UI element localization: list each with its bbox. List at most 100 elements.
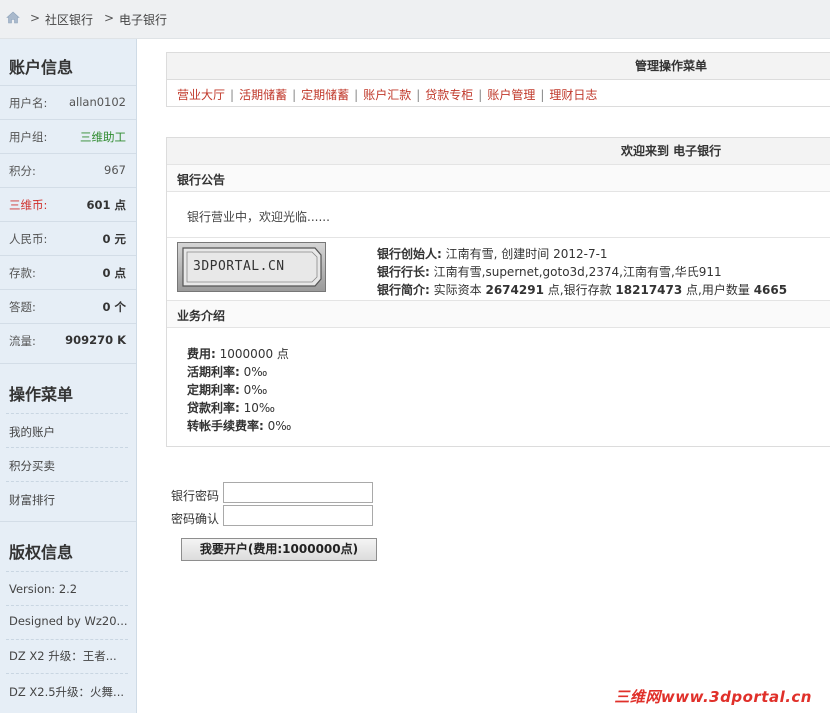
menu-link-finance-log[interactable]: 理财日志 bbox=[549, 88, 597, 102]
breadcrumb-community-bank[interactable]: 社区银行 bbox=[45, 11, 93, 28]
account-row-rmb: 人民币: 0 元 bbox=[0, 221, 136, 255]
confirm-password-label: 密码确认 bbox=[171, 512, 220, 526]
current-rate-label: 活期利率: bbox=[187, 365, 240, 379]
bank-logo: 3DPORTAL.CN bbox=[177, 242, 326, 292]
account-row-coins: 三维币: 601 点 bbox=[0, 187, 136, 221]
current-rate-value: 0‰ bbox=[243, 365, 268, 379]
intro-capital: 2674291 bbox=[485, 283, 544, 297]
row-label: 积分: bbox=[9, 164, 36, 178]
row-value: 0 元 bbox=[102, 232, 126, 246]
account-info-title: 账户信息 bbox=[9, 58, 74, 77]
copyright-dzx25: DZ X2.5升级：火舞... bbox=[9, 685, 125, 699]
business-current-rate: 活期利率: 0‰ bbox=[187, 363, 267, 380]
bank-logo-text: 3DPORTAL.CN bbox=[193, 259, 285, 274]
intro-mid: 点,银行存款 bbox=[547, 283, 612, 297]
president-label: 银行行长: bbox=[377, 265, 430, 279]
business-section-header: 业务介绍 bbox=[167, 300, 830, 328]
fixed-rate-label: 定期利率: bbox=[187, 383, 240, 397]
business-fixed-rate: 定期利率: 0‰ bbox=[187, 381, 267, 398]
bank-password-input[interactable] bbox=[223, 482, 373, 503]
divider bbox=[0, 363, 136, 364]
row-value: 909270 K bbox=[65, 333, 126, 347]
account-row-answers: 答题: 0 个 bbox=[0, 289, 136, 323]
divider bbox=[6, 447, 128, 448]
menu-link-current-savings[interactable]: 活期储蓄 bbox=[239, 88, 287, 102]
menu-link-account-management[interactable]: 账户管理 bbox=[487, 88, 535, 102]
divider bbox=[6, 605, 128, 606]
row-label: 流量: bbox=[9, 334, 36, 348]
welcome-panel: 欢迎来到 电子银行 银行公告 银行营业中，欢迎光临...... 3DPORTAL… bbox=[166, 137, 830, 447]
president-line: 银行行长: 江南有雪,supernet,goto3d,2374,江南有雪,华氏9… bbox=[377, 263, 722, 280]
president-value: 江南有雪,supernet,goto3d,2374,江南有雪,华氏911 bbox=[433, 265, 722, 279]
row-label: 答题: bbox=[9, 300, 36, 314]
row-label: 存款: bbox=[9, 266, 36, 280]
copyright-title: 版权信息 bbox=[9, 543, 74, 562]
divider bbox=[6, 481, 128, 482]
menu-link-fixed-savings[interactable]: 定期储蓄 bbox=[301, 88, 349, 102]
business-title: 业务介绍 bbox=[177, 309, 226, 323]
operation-menu-title: 操作菜单 bbox=[9, 385, 74, 404]
row-label: 用户名: bbox=[9, 96, 48, 110]
intro-label: 银行简介: bbox=[377, 283, 430, 297]
intro-users: 4665 bbox=[753, 283, 788, 297]
divider bbox=[6, 639, 128, 640]
notice-section-header: 银行公告 bbox=[167, 164, 830, 192]
menu-link-remittance[interactable]: 账户汇款 bbox=[363, 88, 411, 102]
panel-header: 管理操作菜单 bbox=[167, 53, 830, 80]
welcome-title: 欢迎来到 电子银行 bbox=[621, 144, 722, 158]
sidebar-item-my-account[interactable]: 我的账户 bbox=[9, 424, 55, 440]
fee-label: 费用: bbox=[187, 347, 216, 361]
founder-label: 银行创始人: bbox=[377, 247, 442, 261]
fixed-rate-value: 0‰ bbox=[243, 383, 268, 397]
loan-rate-label: 贷款利率: bbox=[187, 401, 240, 415]
transfer-fee-value: 0‰ bbox=[267, 419, 292, 433]
breadcrumb-e-bank[interactable]: 电子银行 bbox=[119, 11, 167, 28]
divider bbox=[0, 521, 136, 522]
sidebar: 账户信息 用户名: allan0102 用户组: 三维助工 积分: 967 三维… bbox=[0, 39, 137, 713]
founder-value: 江南有雪, 创建时间 2012-7-1 bbox=[445, 247, 608, 261]
intro-deposit: 18217473 bbox=[615, 283, 683, 297]
copyright-dzx2: DZ X2 升级：王者... bbox=[9, 649, 117, 663]
bank-password-label: 银行密码 bbox=[171, 489, 220, 503]
row-value: 0 点 bbox=[102, 266, 126, 280]
fee-value: 1000000 点 bbox=[219, 347, 289, 361]
divider bbox=[6, 673, 128, 674]
business-loan-rate: 贷款利率: 10‰ bbox=[187, 399, 275, 416]
intro-line: 银行简介: 实际资本 2674291 点,银行存款 18217473 点,用户数… bbox=[377, 281, 787, 298]
divider bbox=[167, 237, 830, 238]
open-account-button[interactable]: 我要开户(费用:1000000点) bbox=[181, 538, 377, 561]
business-transfer-fee: 转帐手续费率: 0‰ bbox=[187, 417, 291, 434]
notice-title: 银行公告 bbox=[177, 173, 226, 187]
row-value: 967 bbox=[104, 163, 126, 177]
breadcrumb-bar: > 社区银行 > 电子银行 bbox=[0, 0, 830, 39]
management-menu-panel: 管理操作菜单 营业大厅 | 活期储蓄 | 定期储蓄 | 账户汇款 | 贷款专柜 | 账户管理 | 理财日… bbox=[166, 52, 830, 107]
breadcrumb-separator: > bbox=[104, 11, 115, 25]
menu-link-lobby[interactable]: 营业大厅 bbox=[177, 88, 225, 102]
business-fee: 费用: 1000000 点 bbox=[187, 345, 289, 362]
divider bbox=[6, 571, 128, 572]
home-icon[interactable] bbox=[6, 11, 20, 24]
transfer-fee-label: 转帐手续费率: bbox=[187, 419, 264, 433]
founder-line: 银行创始人: 江南有雪, 创建时间 2012-7-1 bbox=[377, 245, 608, 262]
row-label: 人民币: bbox=[9, 232, 48, 246]
copyright-designer: Designed by Wz20... bbox=[9, 614, 128, 628]
account-row-usergroup: 用户组: 三维助工 bbox=[0, 119, 136, 153]
row-label: 用户组: bbox=[9, 130, 48, 144]
intro-mid2: 点,用户数量 bbox=[686, 283, 750, 297]
divider bbox=[6, 413, 128, 414]
account-row-points: 积分: 967 bbox=[0, 153, 136, 187]
management-menu-title: 管理操作菜单 bbox=[635, 59, 708, 73]
row-value: allan0102 bbox=[68, 95, 126, 109]
row-value: 601 点 bbox=[86, 198, 126, 212]
notice-text: 银行营业中，欢迎光临...... bbox=[187, 210, 330, 224]
sidebar-item-wealth-ranking[interactable]: 财富排行 bbox=[9, 492, 55, 508]
confirm-password-input[interactable] bbox=[223, 505, 373, 526]
intro-pre: 实际资本 bbox=[433, 283, 482, 297]
management-menu-links: 营业大厅 | 活期储蓄 | 定期储蓄 | 账户汇款 | 贷款专柜 | 账户管理 | 理财日志 bbox=[177, 88, 598, 102]
sidebar-item-points-trade[interactable]: 积分买卖 bbox=[9, 458, 55, 474]
account-row-deposit: 存款: 0 点 bbox=[0, 255, 136, 289]
site-watermark: 三维网www.3dportal.cn bbox=[614, 688, 812, 706]
menu-link-loans[interactable]: 贷款专柜 bbox=[425, 88, 473, 102]
panel-header: 欢迎来到 电子银行 bbox=[167, 138, 830, 165]
row-value[interactable]: 三维助工 bbox=[80, 129, 126, 145]
